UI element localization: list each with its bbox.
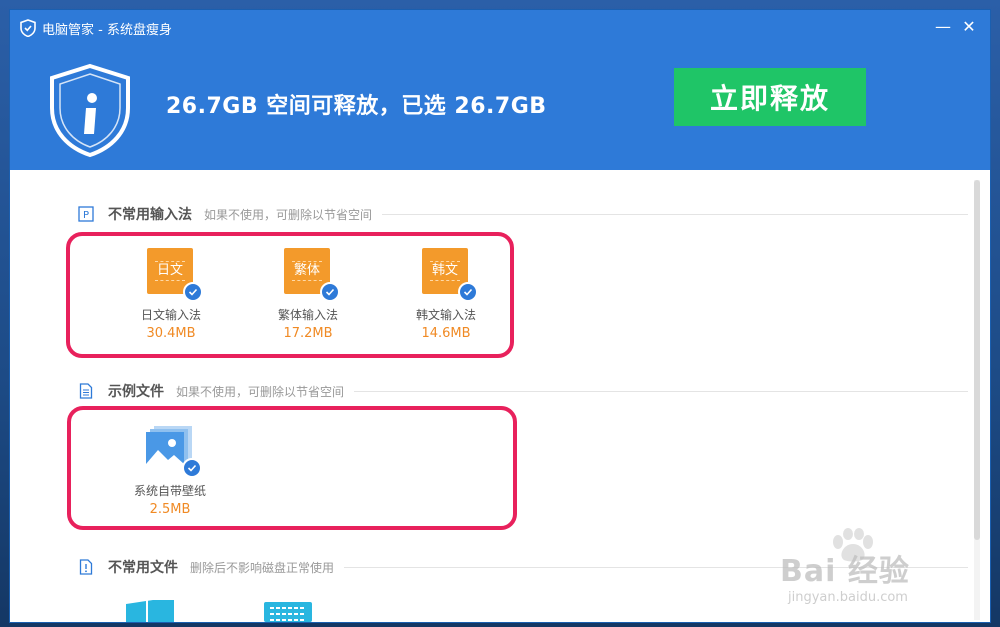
item-size: 2.5MB — [149, 502, 191, 517]
section-divider — [382, 213, 968, 215]
item-size: 30.4MB — [146, 326, 196, 341]
file-list-icon[interactable] — [264, 602, 312, 622]
watermark-url: jingyan.baidu.com — [788, 590, 908, 605]
checkmark-icon[interactable] — [320, 282, 340, 302]
section-title: 不常用文件 — [108, 560, 178, 576]
watermark-brand: Bai 经验 — [780, 554, 910, 589]
header-banner: 电脑管家 - 系统盘瘦身 — ✕ 26.7GB 空间可释放，已选 26.7GB … — [10, 10, 990, 170]
scrollbar-track[interactable] — [974, 180, 980, 620]
checkmark-icon[interactable] — [182, 458, 202, 478]
section-desc: 如果不使用，可删除以节省空间 — [176, 384, 345, 399]
section-title: 示例文件 — [108, 384, 164, 400]
window-title: 电脑管家 - 系统盘瘦身 — [42, 22, 172, 38]
ime-icon-wrap: 韩文 — [422, 248, 478, 302]
ime-icon-wrap: 繁体 — [284, 248, 340, 302]
svg-text:P: P — [83, 210, 89, 221]
close-button[interactable]: ✕ — [958, 18, 980, 36]
checkmark-icon[interactable] — [458, 282, 478, 302]
release-now-button[interactable]: 立即释放 — [674, 68, 866, 126]
scrollbar-thumb[interactable] — [974, 180, 980, 540]
item-name: 繁体输入法 — [277, 308, 338, 322]
p-box-icon: P — [78, 206, 94, 222]
item-traditional-ime[interactable]: 繁体 繁体输入法 17.2MB — [248, 248, 368, 341]
item-name: 日文输入法 — [140, 308, 201, 322]
document-icon — [79, 383, 93, 399]
section-desc: 删除后不影响磁盘正常使用 — [190, 560, 335, 575]
releasable-space-headline: 26.7GB 空间可释放，已选 26.7GB — [166, 94, 547, 119]
section-header-ime: P 不常用输入法 如果不使用，可删除以节省空间 — [78, 204, 968, 224]
item-name: 系统自带壁纸 — [133, 484, 206, 498]
section-title: 不常用输入法 — [108, 207, 192, 223]
item-korean-ime[interactable]: 韩文 韩文输入法 14.6MB — [386, 248, 506, 341]
titlebar: 电脑管家 - 系统盘瘦身 — [20, 17, 172, 39]
baidu-watermark: Bai 经验 jingyan.baidu.com — [768, 528, 968, 608]
item-system-wallpaper[interactable]: 系统自带壁纸 2.5MB — [110, 424, 230, 517]
item-size: 17.2MB — [283, 326, 333, 341]
app-logo-icon — [20, 19, 36, 37]
ime-icon-wrap: 日文 — [147, 248, 203, 302]
ime-icon-label: 繁体 — [291, 261, 322, 281]
windows-logo-icon[interactable] — [126, 600, 174, 622]
shield-info-icon — [50, 63, 130, 158]
checkmark-icon[interactable] — [183, 282, 203, 302]
ime-icon-label: 日文 — [154, 261, 185, 281]
file-alert-icon — [79, 559, 93, 575]
image-icon-wrap — [146, 424, 202, 478]
ime-icon-label: 韩文 — [429, 261, 460, 281]
item-size: 14.6MB — [421, 326, 471, 341]
section-divider — [354, 390, 968, 392]
minimize-button[interactable]: — — [932, 18, 954, 36]
section-header-samples: 示例文件 如果不使用，可删除以节省空间 — [78, 381, 968, 401]
item-name: 韩文输入法 — [415, 308, 476, 322]
item-japanese-ime[interactable]: 日文 日文输入法 30.4MB — [111, 248, 231, 341]
app-window: 电脑管家 - 系统盘瘦身 — ✕ 26.7GB 空间可释放，已选 26.7GB … — [10, 10, 990, 622]
section-desc: 如果不使用，可删除以节省空间 — [204, 207, 373, 222]
